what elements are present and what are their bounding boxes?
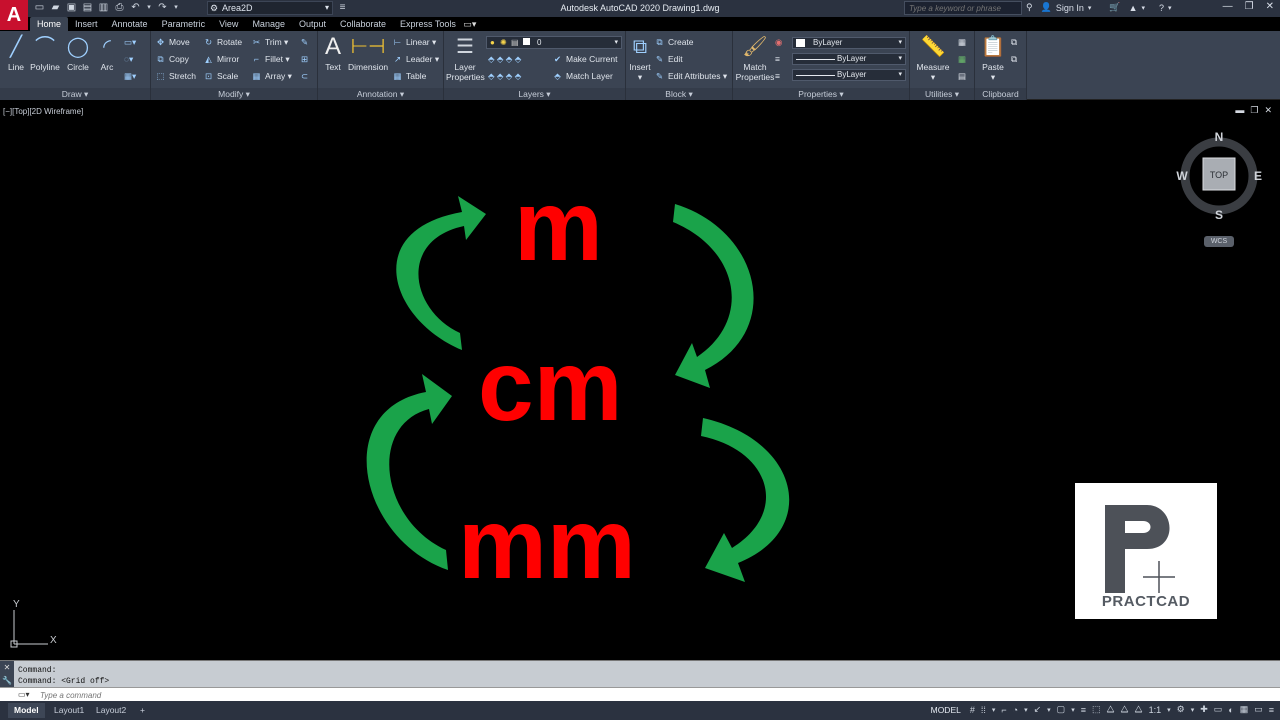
unit-millimeter-label: mm (458, 488, 636, 600)
command-line-side-controls: ✕ 🔧 (0, 661, 14, 688)
chevron-down-icon[interactable]: ▾ (1167, 706, 1171, 714)
wcs-menu[interactable]: WCS (1204, 236, 1234, 247)
practcad-logo-text: PRACTCAD (1101, 593, 1191, 610)
ucs-y-label: Y (13, 599, 20, 610)
ortho-icon[interactable]: ⌐ (1001, 705, 1006, 715)
arrow-cm-to-m (396, 196, 486, 350)
model-space-toggle[interactable]: MODEL (931, 705, 961, 715)
unit-meter-label: m (514, 170, 603, 282)
annotation-visibility-icon[interactable]: ⧋ (1106, 704, 1114, 715)
application-menu-button[interactable]: A (0, 0, 28, 30)
tab-layout1[interactable]: Layout1 (48, 703, 90, 718)
customization-icon[interactable]: ≡ (1269, 705, 1274, 715)
tab-layout2[interactable]: Layout2 (90, 703, 132, 718)
command-prompt-icon[interactable]: ▭▾ (18, 690, 30, 699)
chevron-down-icon[interactable]: ▾ (1047, 706, 1051, 714)
units-icon[interactable]: ▭ (1214, 704, 1223, 715)
hardware-acceleration-icon[interactable]: ▦ (1240, 704, 1249, 715)
ucs-x-label: X (50, 635, 57, 646)
arrow-mm-to-cm (366, 374, 452, 570)
status-toggles: MODEL # ⁞⁞ ▾ ⌐ ◔ ▾ ↙ ▾ ▢ ▾ ≡ ⬚ ⧋ ⧋ ⧋ 1:1… (931, 704, 1274, 715)
grid-icon[interactable]: # (970, 705, 975, 715)
add-layout-button[interactable]: + (134, 703, 151, 718)
lineweight-icon[interactable]: ≡ (1081, 705, 1086, 715)
arrow-cm-to-mm (701, 418, 790, 582)
chevron-down-icon[interactable]: ▾ (1191, 706, 1195, 714)
compass-east[interactable]: E (1254, 169, 1262, 183)
annotation-scale-value[interactable]: 1:1 (1149, 705, 1162, 715)
unit-centimeter-label: cm (478, 330, 623, 442)
wrench-icon[interactable]: 🔧 (0, 674, 14, 687)
annotation-scale-icon[interactable]: ⧋ (1135, 704, 1143, 715)
chevron-down-icon[interactable]: ▾ (1024, 706, 1028, 714)
chevron-down-icon[interactable]: ▾ (992, 706, 996, 714)
snap-icon[interactable]: ⁞⁞ (981, 705, 986, 715)
isodraft-icon[interactable]: ↙ (1034, 704, 1042, 715)
viewcube[interactable]: TOP N S E W (1176, 130, 1262, 222)
command-line: ▭▾ (0, 687, 1280, 701)
practcad-logo: PRACTCAD (1075, 483, 1217, 619)
ucs-icon: Y X (10, 599, 57, 648)
object-snap-icon[interactable]: ▢ (1057, 704, 1066, 715)
autocad-window: A ▭ ▰ ▣ ▤ ▥ ⎙ ↶ ▾ ↷ ▾ ⚙ Area2D ▾ ≡ Autod… (0, 0, 1280, 720)
status-bar: Model Layout1 Layout2 + MODEL # ⁞⁞ ▾ ⌐ ◔… (0, 701, 1280, 720)
polar-icon[interactable]: ◔ (1013, 705, 1018, 715)
clean-screen-icon[interactable]: ▭ (1254, 704, 1263, 715)
compass-north[interactable]: N (1215, 130, 1224, 144)
command-history-line: Command: <Grid off> (18, 677, 110, 686)
add-icon[interactable]: ✚ (1200, 704, 1208, 715)
viewcube-top-label: TOP (1210, 170, 1228, 180)
isolate-objects-icon[interactable]: ◐ (1228, 705, 1233, 715)
selection-cycling-icon[interactable]: ⬚ (1092, 704, 1101, 715)
tab-model[interactable]: Model (8, 703, 45, 718)
chevron-down-icon[interactable]: ▾ (1071, 706, 1075, 714)
arrow-m-to-cm (673, 204, 754, 388)
command-history: ✕ 🔧 Command: Command: <Grid off> (0, 660, 1280, 688)
command-history-line: Command: (18, 666, 57, 675)
auto-scale-icon[interactable]: ⧋ (1121, 704, 1129, 715)
command-input[interactable] (40, 689, 1270, 701)
workspace-switch-icon[interactable]: ⚙ (1177, 704, 1185, 715)
command-line-tools: ▭▾ (2, 688, 38, 701)
compass-west[interactable]: W (1176, 169, 1188, 183)
compass-south[interactable]: S (1215, 208, 1223, 222)
close-icon[interactable]: ✕ (0, 661, 14, 674)
